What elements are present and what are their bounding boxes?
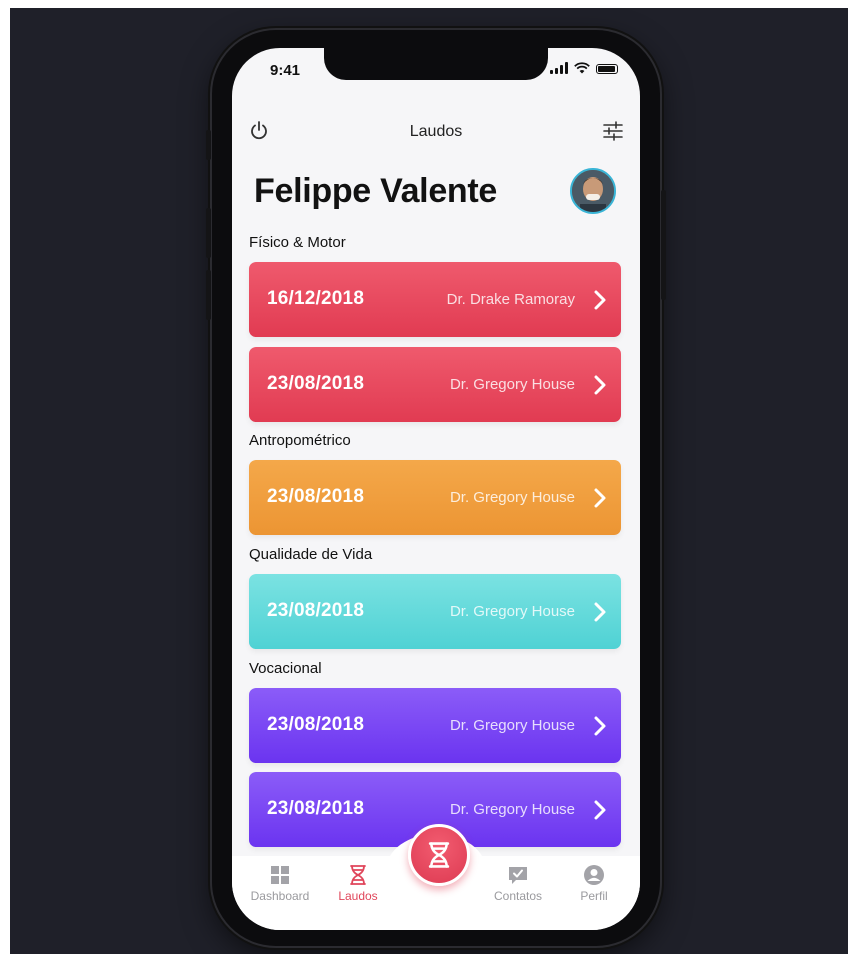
volume-up-button bbox=[206, 208, 211, 258]
report-doctor: Dr. Gregory House bbox=[449, 489, 575, 506]
chevron-right-icon bbox=[594, 488, 606, 508]
tab-perfil[interactable]: Perfil bbox=[566, 864, 622, 903]
tab-label: Perfil bbox=[580, 889, 608, 903]
volume-down-button bbox=[206, 270, 211, 320]
report-date: 23/08/2018 bbox=[267, 714, 365, 735]
section-label-qualidade-de-vida: Qualidade de Vida bbox=[249, 546, 373, 563]
tab-dashboard[interactable]: Dashboard bbox=[248, 864, 312, 903]
chevron-right-icon bbox=[594, 716, 606, 736]
status-icons bbox=[550, 62, 618, 74]
status-time: 9:41 bbox=[270, 62, 301, 79]
app-screen: 9:41 Laudos Felippe Valente Físico & Mot… bbox=[232, 48, 640, 930]
report-card[interactable]: 23/08/2018 Dr. Gregory House bbox=[249, 460, 621, 535]
report-card[interactable]: 16/12/2018 Dr. Drake Ramoray bbox=[249, 262, 621, 337]
user-name: Felippe Valente bbox=[254, 172, 498, 210]
top-bar: Laudos bbox=[232, 118, 640, 154]
phone-frame: 9:41 Laudos Felippe Valente Físico & Mot… bbox=[206, 30, 666, 946]
battery-icon bbox=[596, 64, 618, 74]
avatar-photo bbox=[572, 170, 614, 212]
tab-label: Laudos bbox=[338, 889, 378, 903]
report-doctor: Dr. Gregory House bbox=[449, 717, 575, 734]
dna-icon bbox=[350, 865, 366, 885]
report-doctor: Dr. Gregory House bbox=[449, 603, 575, 620]
report-card[interactable]: 23/08/2018 Dr. Gregory House bbox=[249, 347, 621, 422]
report-date: 23/08/2018 bbox=[267, 798, 365, 819]
dna-icon bbox=[428, 842, 450, 868]
tab-bar: Dashboard Laudos Contatos Perfil bbox=[232, 824, 640, 930]
section-label-antropometrico: Antropométrico bbox=[249, 432, 351, 449]
grid-icon bbox=[271, 866, 289, 884]
user-icon bbox=[584, 865, 604, 885]
side-button bbox=[661, 190, 666, 300]
chat-check-icon bbox=[509, 867, 527, 884]
report-doctor: Dr. Gregory House bbox=[449, 376, 575, 393]
section-label-fisico-motor: Físico & Motor bbox=[249, 234, 346, 251]
wifi-icon bbox=[574, 62, 590, 74]
section-label-vocacional: Vocacional bbox=[249, 660, 322, 677]
page-title: Laudos bbox=[409, 123, 463, 140]
report-date: 23/08/2018 bbox=[267, 600, 365, 621]
notch bbox=[324, 48, 548, 80]
report-doctor: Dr. Drake Ramoray bbox=[446, 291, 575, 308]
tab-contatos[interactable]: Contatos bbox=[486, 864, 550, 903]
center-action-button[interactable] bbox=[408, 824, 470, 886]
chevron-right-icon bbox=[594, 290, 606, 310]
chevron-right-icon bbox=[594, 800, 606, 820]
report-card[interactable]: 23/08/2018 Dr. Gregory House bbox=[249, 574, 621, 649]
report-doctor: Dr. Gregory House bbox=[449, 801, 575, 818]
signal-icon bbox=[550, 62, 568, 74]
tab-label: Dashboard bbox=[250, 889, 310, 903]
avatar[interactable] bbox=[570, 168, 616, 214]
chevron-right-icon bbox=[594, 602, 606, 622]
report-date: 16/12/2018 bbox=[267, 288, 365, 309]
tab-label: Contatos bbox=[493, 889, 543, 903]
report-date: 23/08/2018 bbox=[267, 373, 365, 394]
chevron-right-icon bbox=[594, 375, 606, 395]
filter-icon[interactable] bbox=[602, 120, 624, 142]
report-card[interactable]: 23/08/2018 Dr. Gregory House bbox=[249, 688, 621, 763]
tab-laudos[interactable]: Laudos bbox=[330, 864, 386, 903]
report-date: 23/08/2018 bbox=[267, 486, 365, 507]
mute-switch bbox=[206, 130, 211, 160]
